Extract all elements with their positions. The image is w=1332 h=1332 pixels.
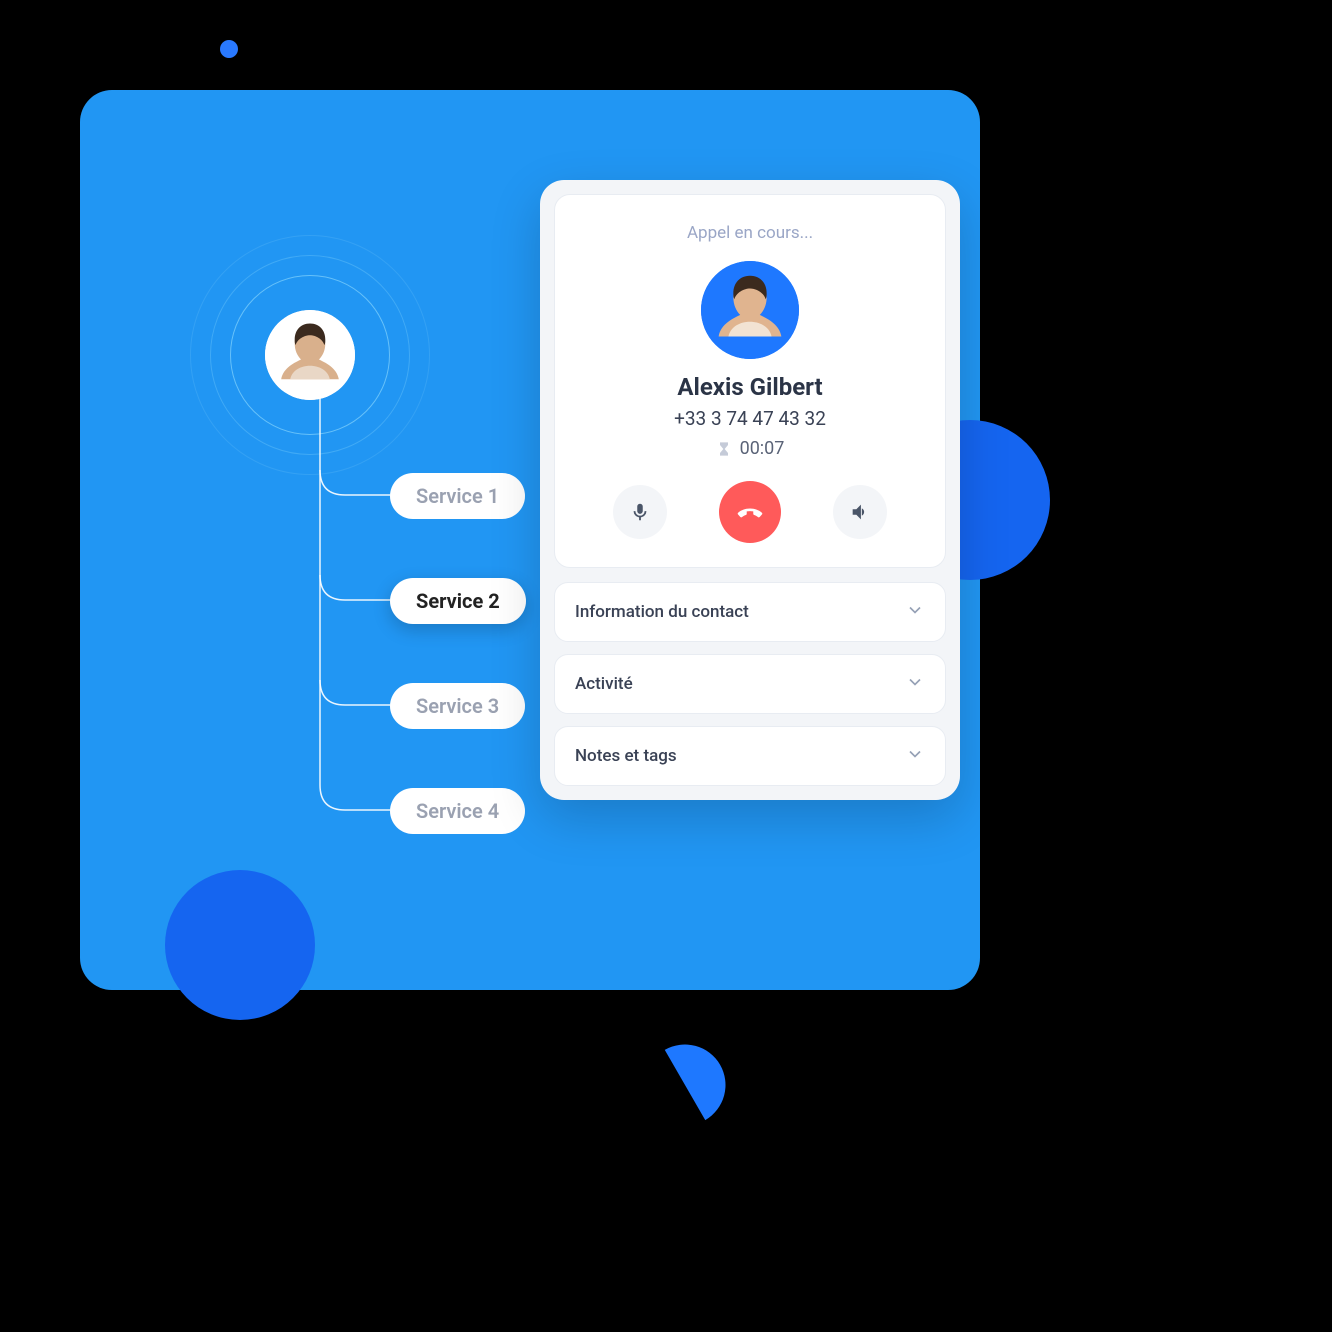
service-label: Service 2 xyxy=(416,589,500,613)
decorative-circle-bottom xyxy=(165,870,315,1020)
call-panel: Appel en cours... Alexis Gilbert +33 3 7… xyxy=(540,180,960,800)
service-pill-4[interactable]: Service 4 xyxy=(390,788,525,834)
phone-hangup-icon xyxy=(736,498,764,526)
accordion-list: Information du contact Activité Notes et… xyxy=(554,582,946,786)
service-label: Service 4 xyxy=(416,799,499,823)
decorative-dot xyxy=(220,40,238,58)
call-status-label: Appel en cours... xyxy=(575,223,925,243)
service-label: Service 1 xyxy=(416,484,499,508)
service-label: Service 3 xyxy=(416,694,499,718)
call-timer: 00:07 xyxy=(575,438,925,459)
chevron-down-icon xyxy=(905,744,925,768)
speaker-icon xyxy=(849,501,871,523)
chevron-down-icon xyxy=(905,672,925,696)
accordion-label: Information du contact xyxy=(575,602,749,622)
call-summary: Appel en cours... Alexis Gilbert +33 3 7… xyxy=(554,194,946,568)
speaker-button[interactable] xyxy=(833,485,887,539)
caller-avatar-small xyxy=(265,310,355,400)
hourglass-icon xyxy=(716,441,732,457)
accordion-activity[interactable]: Activité xyxy=(554,654,946,714)
caller-avatar-large xyxy=(701,261,799,359)
accordion-notes-tags[interactable]: Notes et tags xyxy=(554,726,946,786)
service-pill-2[interactable]: Service 2 xyxy=(390,578,526,624)
chevron-down-icon xyxy=(905,600,925,624)
mute-button[interactable] xyxy=(613,485,667,539)
caller-phone: +33 3 74 47 43 32 xyxy=(575,407,925,430)
decorative-half-circle xyxy=(640,1040,730,1130)
accordion-label: Activité xyxy=(575,674,633,694)
call-duration: 00:07 xyxy=(740,438,785,459)
call-controls xyxy=(575,481,925,543)
microphone-icon xyxy=(629,501,651,523)
service-pill-1[interactable]: Service 1 xyxy=(390,473,525,519)
caller-name: Alexis Gilbert xyxy=(575,373,925,401)
accordion-label: Notes et tags xyxy=(575,746,677,766)
hangup-button[interactable] xyxy=(719,481,781,543)
accordion-contact-info[interactable]: Information du contact xyxy=(554,582,946,642)
service-pill-3[interactable]: Service 3 xyxy=(390,683,525,729)
